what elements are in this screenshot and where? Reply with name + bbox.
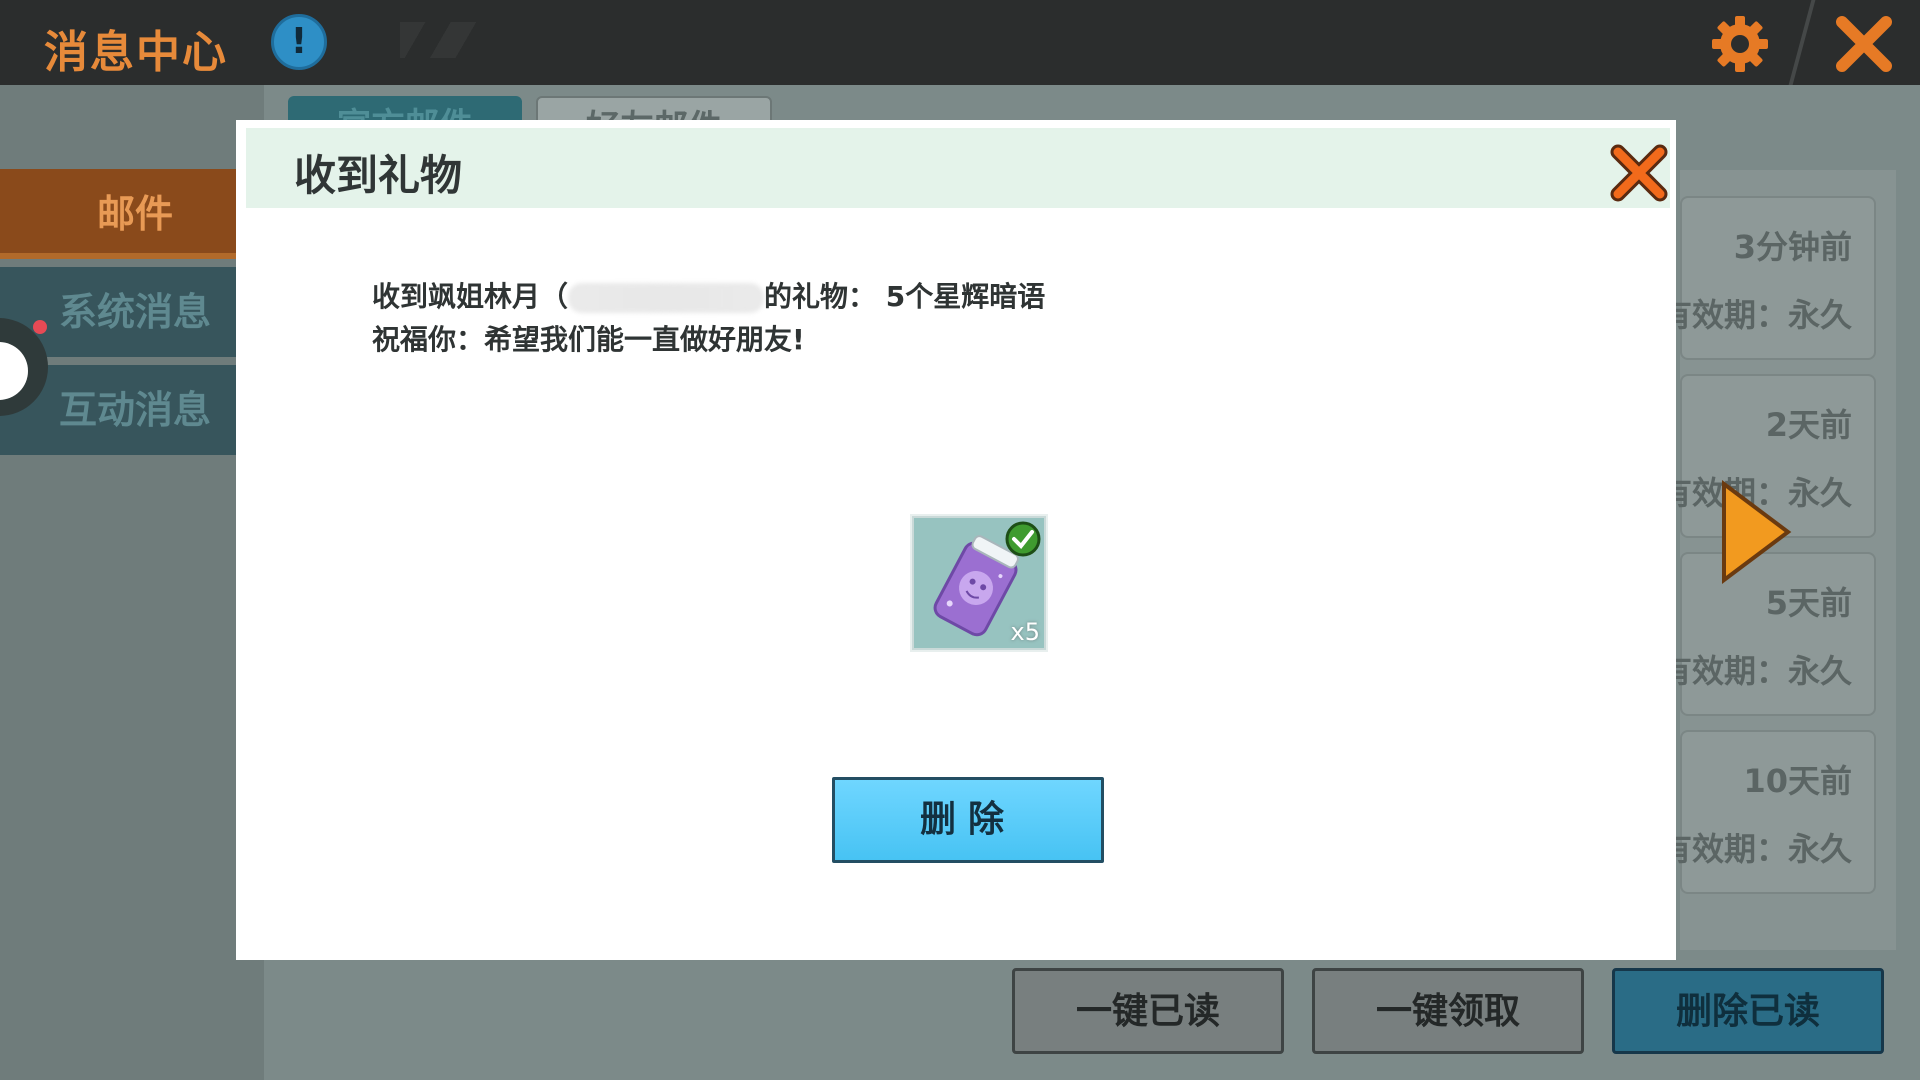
gift-quantity: x5 — [1010, 618, 1040, 646]
gift-message-prefix: 收到飒姐林月（ — [372, 280, 569, 313]
gift-message: 收到飒姐林月（ 的礼物： 5个星辉暗语 — [372, 275, 1045, 315]
modal-title: 收到礼物 — [294, 151, 463, 200]
check-icon — [1005, 521, 1041, 557]
delete-button[interactable]: 删除 — [832, 777, 1104, 863]
modal-header: 收到礼物 — [246, 128, 1670, 208]
close-icon[interactable] — [1608, 142, 1670, 204]
gift-modal: 收到礼物 收到飒姐林月（ 的礼物： 5个星辉暗语 祝福你：希望我们能一直做好朋友! — [236, 120, 1676, 960]
redacted-user-id — [568, 283, 765, 313]
gift-item-slot[interactable]: x5 — [912, 516, 1046, 650]
gift-message-suffix: 的礼物： 5个星辉暗语 — [764, 280, 1046, 313]
gift-blessing: 祝福你：希望我们能一直做好朋友! — [372, 323, 805, 356]
